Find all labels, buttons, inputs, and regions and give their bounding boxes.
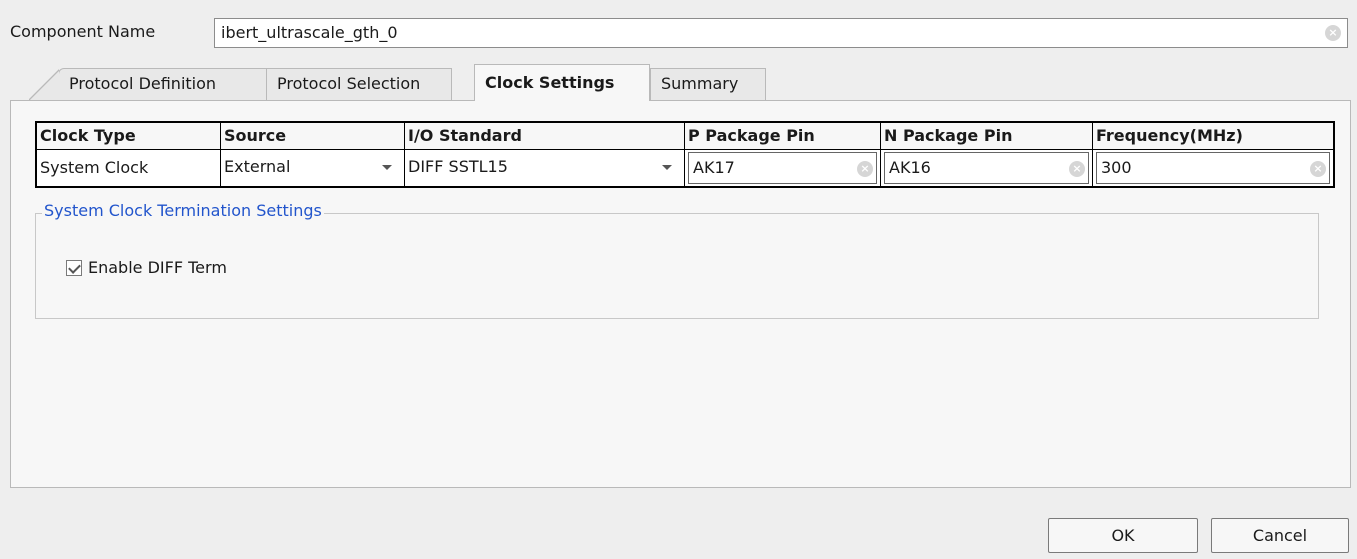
clock-settings-panel: Clock Type Source I/O Standard P Package… bbox=[10, 100, 1351, 488]
frequency-field[interactable]: 300 × bbox=[1096, 152, 1330, 184]
ok-button[interactable]: OK bbox=[1048, 518, 1198, 553]
tab-protocol-definition[interactable]: Protocol Definition bbox=[29, 68, 290, 101]
component-name-label: Component Name bbox=[10, 22, 156, 41]
p-package-pin-field[interactable]: AK17 × bbox=[688, 152, 877, 184]
column-header: P Package Pin bbox=[685, 123, 881, 150]
column-header: Source bbox=[221, 123, 405, 150]
termination-settings-group: System Clock Termination Settings Enable… bbox=[35, 201, 1319, 319]
table-header-row: Clock Type Source I/O Standard P Package… bbox=[37, 123, 1333, 150]
chevron-down-icon[interactable] bbox=[382, 165, 392, 170]
table-row: System Clock External DIFF SSTL15 AK17 ×… bbox=[37, 150, 1333, 186]
chevron-down-icon[interactable] bbox=[662, 165, 672, 170]
tab-protocol-selection[interactable]: Protocol Selection bbox=[266, 68, 452, 100]
cancel-button[interactable]: Cancel bbox=[1211, 518, 1349, 553]
clear-icon[interactable]: × bbox=[1325, 25, 1341, 41]
component-name-field[interactable]: ibert_ultrascale_gth_0 × bbox=[214, 18, 1348, 48]
column-header: Frequency(MHz) bbox=[1093, 123, 1333, 150]
frequency-value: 300 bbox=[1101, 158, 1132, 177]
n-package-pin-value: AK16 bbox=[889, 158, 931, 177]
tab-summary[interactable]: Summary bbox=[650, 68, 766, 100]
column-header: I/O Standard bbox=[405, 123, 685, 150]
clear-icon[interactable]: × bbox=[1310, 161, 1326, 177]
p-package-pin-cell: AK17 × bbox=[685, 150, 881, 186]
io-standard-value: DIFF SSTL15 bbox=[408, 157, 508, 176]
n-package-pin-cell: AK16 × bbox=[881, 150, 1093, 186]
enable-diff-term-option[interactable]: Enable DIFF Term bbox=[66, 258, 227, 277]
clock-table: Clock Type Source I/O Standard P Package… bbox=[35, 121, 1335, 188]
p-package-pin-value: AK17 bbox=[693, 158, 735, 177]
clock-type-cell: System Clock bbox=[37, 150, 221, 186]
column-header: Clock Type bbox=[37, 123, 221, 150]
tab-clock-settings[interactable]: Clock Settings bbox=[474, 64, 650, 101]
clear-icon[interactable]: × bbox=[857, 161, 873, 177]
enable-diff-term-label[interactable]: Enable DIFF Term bbox=[88, 258, 227, 277]
group-title: System Clock Termination Settings bbox=[42, 201, 324, 220]
component-name-value[interactable]: ibert_ultrascale_gth_0 bbox=[221, 23, 398, 42]
column-header: N Package Pin bbox=[881, 123, 1093, 150]
source-value: External bbox=[224, 157, 291, 176]
clear-icon[interactable]: × bbox=[1069, 161, 1085, 177]
n-package-pin-field[interactable]: AK16 × bbox=[884, 152, 1089, 184]
frequency-cell: 300 × bbox=[1093, 150, 1333, 186]
enable-diff-term-checkbox[interactable] bbox=[66, 259, 82, 276]
source-dropdown[interactable]: External bbox=[221, 150, 405, 186]
io-standard-dropdown[interactable]: DIFF SSTL15 bbox=[405, 150, 685, 186]
